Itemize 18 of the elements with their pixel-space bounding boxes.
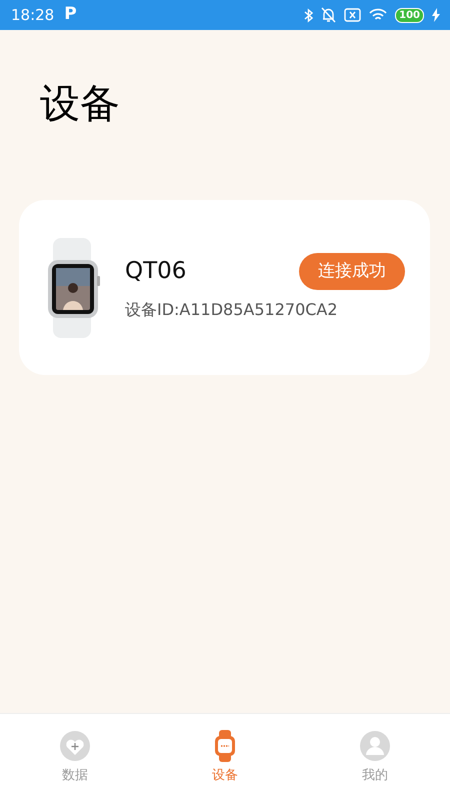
bell-muted-icon (321, 7, 336, 23)
tab[interactable]: 我的 (300, 714, 450, 800)
device-card[interactable]: QT06 连接成功 设备ID:A11D85A51270CA2 (19, 200, 430, 375)
person-icon (359, 730, 391, 762)
battery-indicator: 100 (395, 8, 424, 22)
status-time: 18:28 (11, 4, 54, 26)
device-name: QT06 (125, 257, 186, 286)
page-title: 设备 (40, 80, 121, 129)
device-id: 设备ID:A11D85A51270CA2 (125, 299, 339, 322)
notification-icon: P (64, 2, 77, 28)
tab[interactable]: 设备 (150, 714, 300, 800)
wifi-icon (369, 8, 388, 22)
watch-icon (214, 730, 236, 762)
tab[interactable]: 数据 (0, 714, 150, 800)
connection-status-button[interactable]: 连接成功 (299, 252, 405, 290)
heart-plus-icon (59, 730, 91, 762)
bluetooth-icon (304, 8, 314, 22)
sim-icon (344, 8, 362, 22)
